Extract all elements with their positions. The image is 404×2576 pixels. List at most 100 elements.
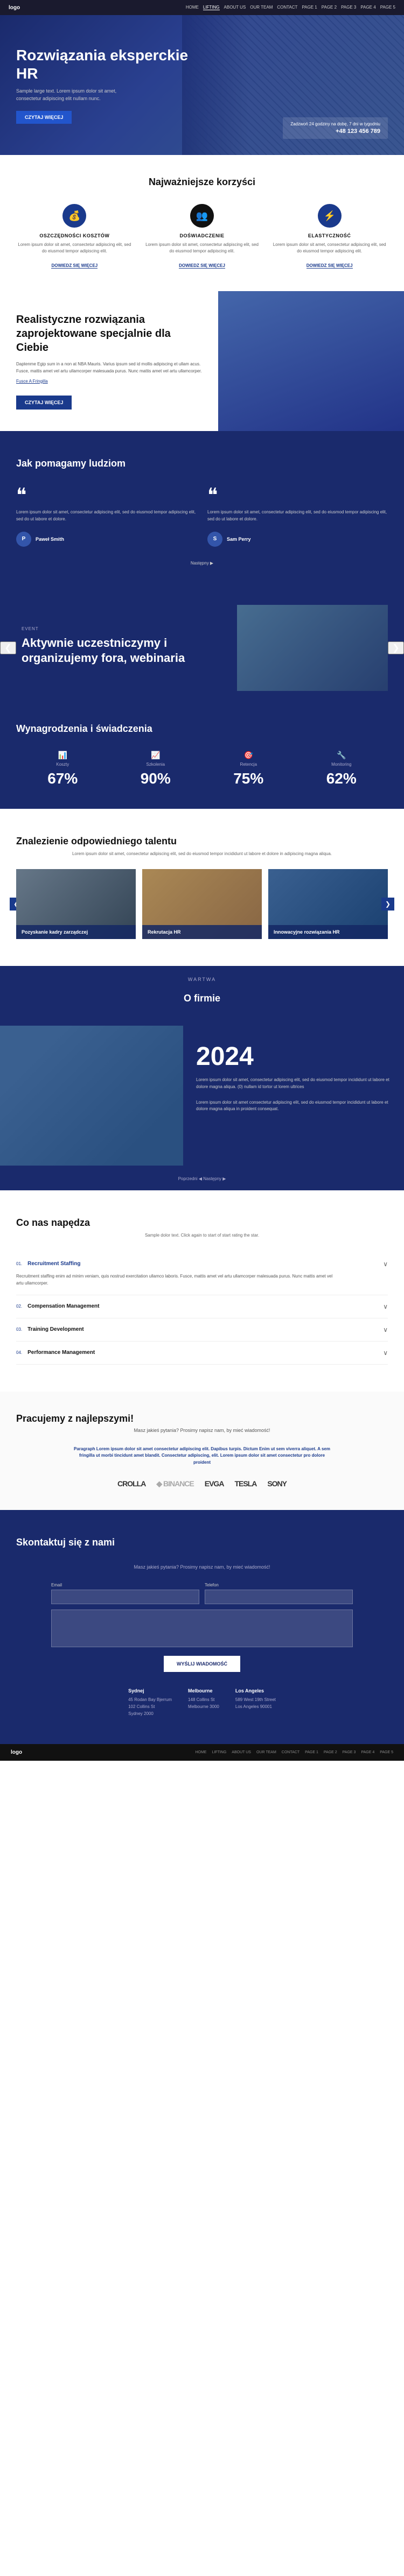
testimonial-1: ❝ Lorem ipsum dolor sit amet, consectetu…: [16, 485, 197, 547]
benefit-link-3[interactable]: DOWIEDZ SIĘ WIĘCEJ: [307, 263, 353, 269]
benefit-desc-1: Lorem ipsum dolor sit amet, consectetur …: [16, 242, 133, 255]
footer-link-home[interactable]: HOME: [195, 1751, 206, 1754]
nav-team[interactable]: OUR TEAM: [250, 5, 273, 10]
partner-logo-sony: SONY: [267, 1479, 287, 1488]
talent-card-label-3: Innowacyjne rozwiązania HR: [268, 925, 388, 939]
contact-section: Skontaktuj się z nami Masz jakieś pytani…: [0, 1510, 404, 1744]
footer-link-p4[interactable]: PAGE 4: [361, 1751, 374, 1754]
nav-p2[interactable]: PAGE 2: [322, 5, 337, 10]
faq-header-1[interactable]: 01. Recruitment Staffing ∨: [16, 1260, 388, 1268]
faq-description: Sample dolor text. Click again to start …: [16, 1233, 388, 1238]
stat-value-3: 75%: [202, 770, 295, 787]
footer-link-p2[interactable]: PAGE 2: [324, 1751, 337, 1754]
talent-grid: Pozyskanie kadry zarządczej Rekrutacja H…: [16, 869, 388, 939]
stats-grid: 📊 Koszty 67% 📈 Szkolenia 90% 🎯 Retencja …: [16, 751, 388, 787]
about-inner: 2024 Lorem ipsum dolor sit amet, consect…: [0, 1026, 404, 1166]
footer-link-lifting[interactable]: LIFTING: [212, 1751, 226, 1754]
footer-link-about[interactable]: ABOUT US: [232, 1751, 251, 1754]
contact-submit-button[interactable]: WYŚLIJ WIADOMOŚĆ: [164, 1656, 240, 1672]
nav-about[interactable]: ABOUT US: [224, 5, 246, 10]
talent-card-3: Innowacyjne rozwiązania HR: [268, 869, 388, 939]
hero-cta-button[interactable]: CZYTAJ WIĘCEJ: [16, 111, 72, 124]
nav-contact[interactable]: CONTACT: [277, 5, 297, 10]
navbar: logo HOME LIFTING ABOUT US OUR TEAM CONT…: [0, 0, 404, 15]
testi-avatar-2: S: [207, 532, 222, 547]
stat-2: 📈 Szkolenia 90%: [109, 751, 203, 787]
nav-p4[interactable]: PAGE 4: [360, 5, 375, 10]
benefit-item-1: 💰 OSZCZĘDNOŚCI KOSZTÓW Lorem ipsum dolor…: [16, 204, 133, 270]
footer-link-contact[interactable]: CONTACT: [282, 1751, 299, 1754]
webinar-section: ❮ EVENT Aktywnie uczestniczymy i organiz…: [0, 594, 404, 702]
about-year: 2024: [196, 1042, 391, 1071]
testimonials-title: Jak pomagamy ludziom: [16, 458, 388, 469]
realistic-image-bg: [218, 291, 404, 431]
faq-question-2: Compensation Management: [27, 1303, 383, 1309]
benefit-icon-1: 💰: [62, 204, 86, 228]
partner-logo-tesla: TESLA: [234, 1479, 256, 1488]
webinar-prev-button[interactable]: ❮: [0, 641, 16, 654]
testi-text-2: Lorem ipsum dolor sit amet, consectetur …: [207, 509, 388, 523]
partners-section: Pracujemy z najlepszymi! Masz jakieś pyt…: [0, 1392, 404, 1510]
partners-description: Paragraph Lorem ipsum dolor sit amet con…: [73, 1446, 331, 1466]
nav-home[interactable]: HOME: [186, 5, 199, 10]
stat-label-4: Monitoring: [295, 762, 388, 767]
contact-form: Email Telefon WYŚLIJ WIADOMOŚĆ: [51, 1583, 353, 1672]
faq-num-2: 02.: [16, 1304, 22, 1309]
footer-link-p3[interactable]: PAGE 3: [343, 1751, 356, 1754]
benefit-desc-2: Lorem ipsum dolor sit amet, consectetur …: [144, 242, 261, 255]
location-addr-1: 45 Rodan Bay Bjerrum 102 Collins St Sydn…: [128, 1697, 172, 1717]
webinar-next-button[interactable]: ❯: [388, 641, 404, 654]
benefit-link-2[interactable]: DOWIEDZ SIĘ WIĘCEJ: [179, 263, 225, 269]
message-textarea[interactable]: [51, 1610, 353, 1647]
about-nav: Poprzedni ◀ Następny ▶: [0, 1166, 404, 1190]
benefit-item-2: 👥 DOŚWIADCZENIE Lorem ipsum dolor sit am…: [144, 204, 261, 270]
location-addr-3: 589 West 19th Street Los Angeles 90001: [235, 1697, 276, 1711]
testimonials-nav-link[interactable]: Następny ▶: [191, 561, 213, 566]
footer-link-p1[interactable]: PAGE 1: [305, 1751, 318, 1754]
webinar-image: [237, 605, 388, 691]
location-city-3: Los Angeles: [235, 1688, 276, 1693]
faq-header-3[interactable]: 03. Training Development ∨: [16, 1326, 388, 1333]
faq-num-4: 04.: [16, 1350, 22, 1355]
realistic-text: Realistyczne rozwiązania zaprojektowane …: [0, 291, 218, 431]
about-label: WARTWA: [0, 966, 404, 993]
testi-author-1: P Paweł Smith: [16, 532, 197, 547]
footer-link-team[interactable]: OUR TEAM: [256, 1751, 276, 1754]
testi-name-1: Paweł Smith: [36, 537, 64, 542]
footer-link-p5[interactable]: PAGE 5: [380, 1751, 393, 1754]
nav-lifting[interactable]: LIFTING: [203, 5, 220, 10]
realistic-link[interactable]: Fusce A Fringilla: [16, 379, 48, 384]
quote-mark-2: ❝: [207, 485, 388, 505]
hero-contact-line1: Zadzwoń 24 godziny na dobę, 7 dni w tygo…: [290, 122, 380, 126]
email-input[interactable]: [51, 1590, 199, 1604]
benefit-title-1: OSZCZĘDNOŚCI KOSZTÓW: [16, 233, 133, 238]
location-addr-2: 148 Collins St Melbourne 3000: [188, 1697, 219, 1711]
nav-p3[interactable]: PAGE 3: [341, 5, 356, 10]
webinar-inner: ❮ EVENT Aktywnie uczestniczymy i organiz…: [0, 605, 404, 691]
realistic-cta-button[interactable]: CZYTAJ WIĘCEJ: [16, 396, 72, 410]
faq-chevron-3: ∨: [383, 1326, 388, 1333]
talent-next-button[interactable]: ❯: [381, 898, 394, 911]
benefit-item-3: ⚡ ELASTYCZNOŚĆ Lorem ipsum dolor sit ame…: [271, 204, 388, 270]
webinar-content: EVENT Aktywnie uczestniczymy i organizuj…: [16, 616, 237, 680]
faq-item-1: 01. Recruitment Staffing ∨ Recruitment s…: [16, 1253, 388, 1295]
contact-title: Skontaktuj się z nami: [16, 1537, 388, 1548]
phone-input[interactable]: [205, 1590, 353, 1604]
faq-question-3: Training Development: [27, 1326, 383, 1332]
nav-p5[interactable]: PAGE 5: [380, 5, 395, 10]
contact-email-group: Email: [51, 1583, 199, 1604]
nav-p1[interactable]: PAGE 1: [302, 5, 317, 10]
partners-subtitle: Masz jakieś pytania? Prosimy napisz nam,…: [16, 1428, 388, 1433]
faq-header-4[interactable]: 04. Performance Management ∨: [16, 1349, 388, 1357]
about-nav-link[interactable]: Poprzedni ◀ Następny ▶: [178, 1176, 226, 1181]
stat-value-4: 62%: [295, 770, 388, 787]
faq-body-1: Recruitment staffing enim ad minim venia…: [16, 1273, 339, 1287]
hero-subtitle: Sample large text. Lorem ipsum dolor sit…: [16, 88, 135, 102]
stat-label-3: Retencja: [202, 762, 295, 767]
benefit-link-1[interactable]: DOWIEDZ SIĘ WIĘCEJ: [51, 263, 97, 269]
talent-title: Znalezienie odpowiedniego talentu: [16, 836, 388, 847]
benefits-grid: 💰 OSZCZĘDNOŚCI KOSZTÓW Lorem ipsum dolor…: [16, 204, 388, 270]
partner-logo-binance: ◆ BINANCE: [156, 1479, 193, 1488]
faq-question-1: Recruitment Staffing: [27, 1261, 383, 1267]
faq-header-2[interactable]: 02. Compensation Management ∨: [16, 1303, 388, 1310]
